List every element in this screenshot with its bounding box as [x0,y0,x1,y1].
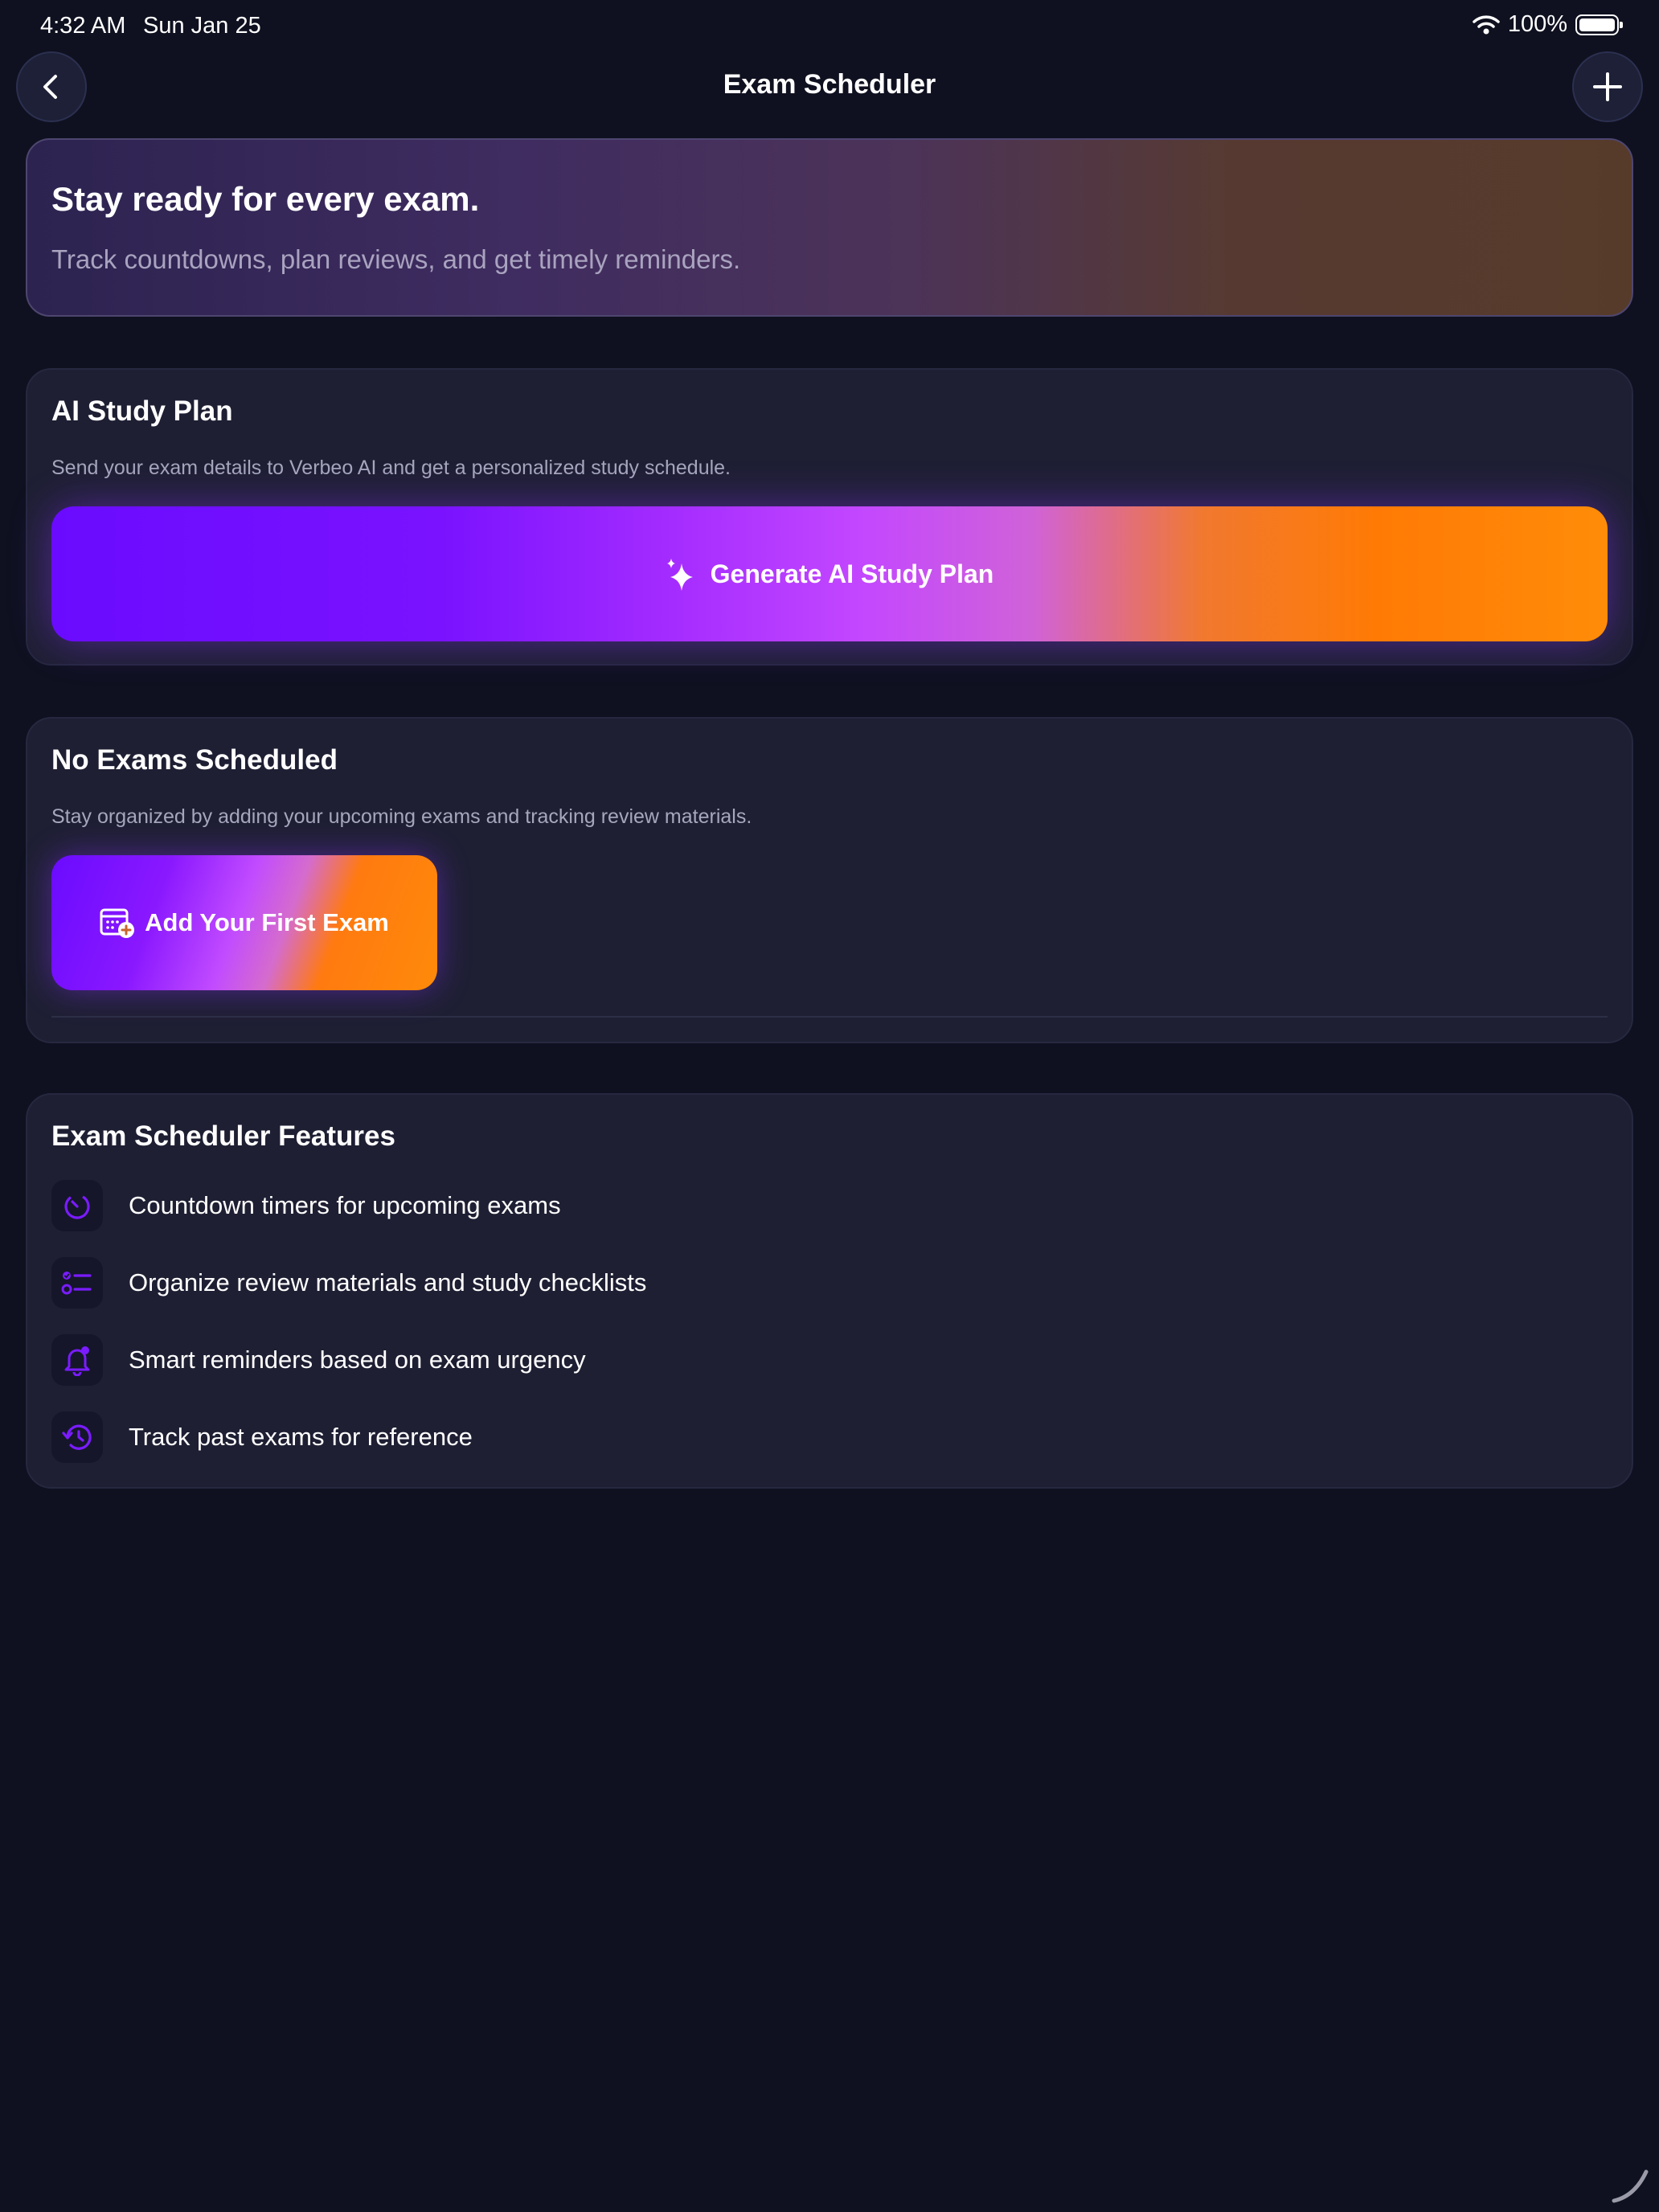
feature-label: Organize review materials and study chec… [129,1268,647,1296]
status-time: 4:32 AM [40,13,126,39]
ai-plan-description: Send your exam details to Verbeo AI and … [51,457,731,479]
home-indicator-icon [1612,2169,1649,2203]
card-divider [51,1016,1608,1018]
wifi-icon [1473,14,1500,34]
status-date: Sun Jan 25 [143,13,261,39]
bell-icon [64,1346,90,1376]
empty-state-title: No Exams Scheduled [51,744,338,776]
calendar-add-icon [100,908,135,938]
status-indicators: 100% [1473,11,1623,38]
hero-title: Stay ready for every exam. [51,180,480,218]
feature-item: Smart reminders based on exam urgency [51,1334,586,1386]
timer-icon [64,1194,90,1219]
add-exam-button[interactable] [1572,51,1643,122]
ai-plan-title: AI Study Plan [51,395,233,427]
empty-exams-card: No Exams Scheduled Stay organized by add… [26,717,1633,1043]
empty-state-description: Stay organized by adding your upcoming e… [51,805,752,828]
feature-label: Countdown timers for upcoming exams [129,1191,561,1219]
checklist-icon [61,1272,92,1295]
features-title: Exam Scheduler Features [51,1120,395,1152]
generate-ai-study-plan-button[interactable]: Generate AI Study Plan [51,506,1608,641]
plus-icon [1593,72,1622,101]
battery-percent: 100% [1507,11,1567,37]
feature-item: Organize review materials and study chec… [51,1257,646,1309]
generate-button-label: Generate AI Study Plan [710,559,994,588]
status-bar: 4:32 AM Sun Jan 25 100% [0,0,1659,51]
sparkles-icon [666,559,693,591]
history-icon [62,1424,92,1450]
add-first-exam-button[interactable]: Add Your First Exam [51,855,437,990]
feature-item: Countdown timers for upcoming exams [51,1180,561,1231]
feature-label: Smart reminders based on exam urgency [129,1346,586,1374]
feature-item: Track past exams for reference [51,1411,473,1463]
features-card: Exam Scheduler Features Countdown timers… [26,1093,1633,1489]
battery-icon [1575,14,1623,35]
hero-banner: Stay ready for every exam. Track countdo… [26,138,1633,317]
exam-scheduler-screen: 4:32 AM Sun Jan 25 100% Exam Scheduler S… [0,0,1659,2212]
page-title: Exam Scheduler [723,69,936,100]
add-first-exam-label: Add Your First Exam [145,908,389,936]
feature-label: Track past exams for reference [129,1423,473,1451]
ai-study-plan-card: AI Study Plan Send your exam details to … [26,368,1633,666]
hero-subtitle: Track countdowns, plan reviews, and get … [51,244,741,274]
